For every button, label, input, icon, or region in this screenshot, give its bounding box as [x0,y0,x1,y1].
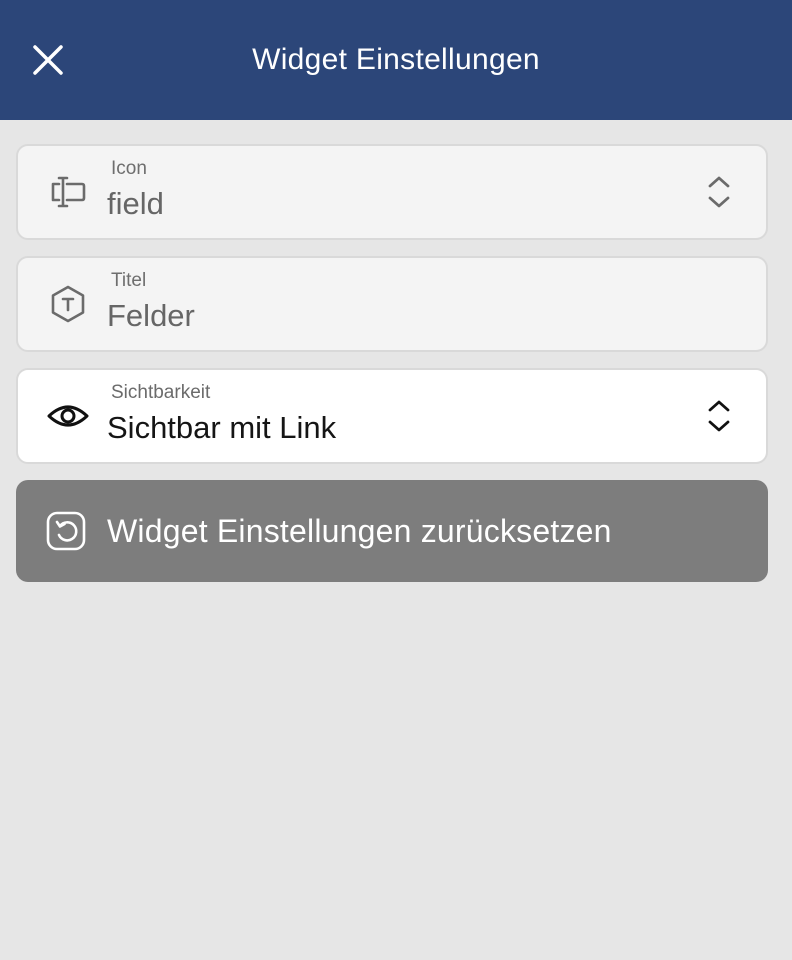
text-hexagon-icon [46,282,90,326]
icon-field-chevrons[interactable] [702,172,736,212]
icon-field-value: field [107,186,164,221]
title-field-label: Titel [111,270,147,291]
icon-select-field[interactable]: Icon field [16,144,768,240]
field-icon [46,170,90,214]
visibility-field-label: Sichtbarkeit [111,382,211,403]
title-input-field[interactable]: Titel Felder [16,256,768,352]
visibility-select-field[interactable]: Sichtbarkeit Sichtbar mit Link [16,368,768,464]
visibility-field-chevrons[interactable] [702,396,736,436]
icon-field-label: Icon [111,158,147,179]
title-field-value: Felder [107,298,195,333]
chevron-up-down-icon [708,400,730,432]
eye-icon [46,394,90,438]
reset-icon [44,509,88,553]
reset-widget-settings-button[interactable]: Widget Einstellungen zurücksetzen [16,480,768,582]
chevron-up-down-icon [708,176,730,208]
header-bar: Widget Einstellungen [0,0,792,120]
visibility-field-value: Sichtbar mit Link [107,410,337,445]
reset-button-label: Widget Einstellungen zurücksetzen [107,513,612,549]
page-title: Widget Einstellungen [252,43,540,76]
